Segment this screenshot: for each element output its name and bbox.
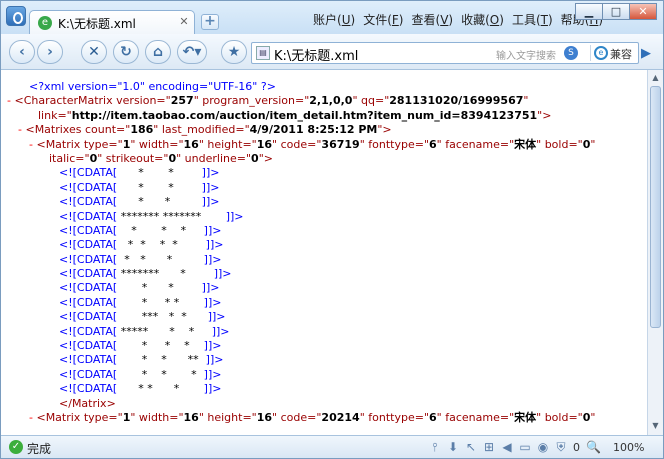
cdata-row: <![CDATA[ * * * ]]> bbox=[59, 295, 222, 309]
nav-toolbar: ‹ › ✕ ↻ ⌂ ↶▾ ★ ▤ K:\无标题.xml 输入文字搜索 S e 兼… bbox=[1, 34, 663, 70]
minimize-button[interactable]: ▁ bbox=[575, 3, 603, 20]
xml-node-matrixes: - <Matrixes count="186" last_modified="4… bbox=[18, 123, 392, 137]
done-check-icon: ✓ bbox=[9, 440, 23, 454]
cdata-row: <![CDATA[ ***** * * ]]> bbox=[59, 324, 230, 338]
close-button[interactable]: ✕ bbox=[629, 3, 657, 20]
download-icon[interactable]: ⬇ bbox=[447, 439, 459, 455]
cdata-row: <![CDATA[ * * ]]> bbox=[59, 281, 220, 295]
new-tab-button[interactable]: + bbox=[201, 14, 219, 30]
menu-view[interactable]: 查看(V) bbox=[407, 11, 457, 28]
status-text: 完成 bbox=[27, 442, 52, 456]
menu-file[interactable]: 文件(F) bbox=[359, 11, 407, 28]
go-icon[interactable]: ▶ bbox=[641, 46, 657, 62]
cdata-row: <![CDATA[ *** * * ]]> bbox=[59, 310, 226, 324]
cdata-row: <![CDATA[ * * ]]> bbox=[59, 195, 220, 209]
cdata-row: <![CDATA[ * * ** ]]> bbox=[59, 353, 224, 367]
cart-icon[interactable]: ⊞ bbox=[483, 439, 495, 455]
tab-active[interactable]: e K:\无标题.xml ✕ bbox=[29, 10, 195, 35]
menu-bar: 账户(U) 文件(F) 查看(V) 收藏(O) 工具(T) 帮助(H) bbox=[309, 11, 607, 28]
cdata-row: <![CDATA[ * * * ]]> bbox=[59, 382, 222, 396]
xml-node-charmatrix: - <CharacterMatrix version="257" program… bbox=[7, 94, 529, 108]
cdata-row: <![CDATA[ * * * ]]> bbox=[59, 367, 222, 381]
zoom-icon[interactable]: 🔍 bbox=[586, 439, 601, 455]
address-bar[interactable]: ▤ K:\无标题.xml 输入文字搜索 S e 兼容 bbox=[251, 42, 639, 64]
xml-attr-link: link="http://item.taobao.com/auction/ite… bbox=[38, 108, 552, 122]
xml-node-matrix: - <Matrix type="1" width="16" height="16… bbox=[29, 410, 596, 424]
menu-account[interactable]: 账户(U) bbox=[309, 11, 359, 28]
compat-mode-icon[interactable]: e bbox=[594, 46, 608, 60]
window-icon[interactable]: ▭ bbox=[519, 439, 531, 455]
zoom-level[interactable]: 100% bbox=[613, 441, 644, 454]
cdata-row: <![CDATA[ * * ]]> bbox=[59, 180, 220, 194]
title-bar: e K:\无标题.xml ✕ + 账户(U) 文件(F) 查看(V) 收藏(O)… bbox=[1, 1, 663, 35]
pin-icon[interactable]: ⫯ bbox=[429, 439, 441, 455]
xml-node-matrix: - <Matrix type="1" width="16" height="16… bbox=[29, 137, 596, 151]
eye-icon[interactable]: ◉ bbox=[537, 439, 549, 455]
shield-icon[interactable]: ⛨ bbox=[555, 439, 567, 455]
xml-declaration: <?xml version="1.0" encoding="UTF-16" ?> bbox=[29, 80, 276, 93]
xml-close-matrix: </Matrix> bbox=[59, 396, 116, 410]
menu-tools[interactable]: 工具(T) bbox=[508, 11, 557, 28]
close-tab-icon[interactable]: ✕ bbox=[178, 16, 190, 28]
cdata-row: <![CDATA[ * * ]]> bbox=[59, 166, 220, 180]
search-input[interactable]: 输入文字搜索 bbox=[496, 47, 556, 62]
scroll-up-icon[interactable]: ▲ bbox=[650, 72, 661, 83]
xml-tree: <?xml version="1.0" encoding="UTF-16" ?>… bbox=[1, 70, 647, 425]
document-icon: ▤ bbox=[256, 46, 270, 60]
status-icons: ⫯ ⬇ ↖ ⊞ ◀ ▭ ◉ ⛨ 0 🔍 bbox=[429, 439, 601, 455]
status-bar: ✓ 完成 ⫯ ⬇ ↖ ⊞ ◀ ▭ ◉ ⛨ 0 🔍 100% bbox=[1, 435, 663, 458]
cdata-row: <![CDATA[ ******* * ]]> bbox=[59, 267, 232, 281]
cursor-icon[interactable]: ↖ bbox=[465, 439, 477, 455]
tab-title: K:\无标题.xml bbox=[58, 17, 136, 31]
vertical-scrollbar[interactable]: ▲ ▼ bbox=[647, 70, 663, 435]
back-icon[interactable]: ‹ bbox=[9, 40, 35, 64]
blocked-counter: 0 bbox=[573, 440, 580, 454]
cdata-row: <![CDATA[ * * * ]]> bbox=[59, 339, 222, 353]
address-text[interactable]: K:\无标题.xml bbox=[274, 45, 358, 64]
cdata-list: <![CDATA[ * * ]]> <![CDATA[ * * ]]> <![CDA… bbox=[7, 166, 647, 396]
cdata-row: <![CDATA[ * * * * ]]> bbox=[59, 238, 224, 252]
xml-attr-continuation: italic="0" strikeout="0" underline="0"> bbox=[49, 151, 273, 165]
undo-icon[interactable]: ↶▾ bbox=[177, 40, 207, 64]
scroll-down-icon[interactable]: ▼ bbox=[650, 420, 661, 431]
forward-icon[interactable]: › bbox=[37, 40, 63, 64]
page-icon: e bbox=[38, 16, 52, 30]
sound-icon[interactable]: ◀ bbox=[501, 439, 513, 455]
scroll-thumb[interactable] bbox=[650, 86, 661, 328]
browser-logo-icon bbox=[6, 6, 26, 26]
home-icon[interactable]: ⌂ bbox=[145, 40, 171, 64]
search-engine-icon[interactable]: S bbox=[564, 46, 578, 60]
favorite-star-icon[interactable]: ★ bbox=[221, 40, 247, 64]
stop-icon[interactable]: ✕ bbox=[81, 40, 107, 64]
browser-window: e K:\无标题.xml ✕ + 账户(U) 文件(F) 查看(V) 收藏(O)… bbox=[0, 0, 664, 459]
document-view: <?xml version="1.0" encoding="UTF-16" ?>… bbox=[1, 70, 647, 435]
refresh-icon[interactable]: ↻ bbox=[113, 40, 139, 64]
cdata-row: <![CDATA[ ******* ******* ]]> bbox=[59, 209, 244, 223]
divider bbox=[590, 45, 591, 61]
cdata-row: <![CDATA[ * * * ]]> bbox=[59, 223, 222, 237]
compat-mode-label[interactable]: 兼容 bbox=[610, 46, 632, 62]
maximize-button[interactable]: □ bbox=[602, 3, 630, 20]
menu-favorites[interactable]: 收藏(O) bbox=[457, 11, 508, 28]
cdata-row: <![CDATA[ * * * ]]> bbox=[59, 252, 222, 266]
window-controls: ▁ □ ✕ bbox=[575, 3, 657, 20]
